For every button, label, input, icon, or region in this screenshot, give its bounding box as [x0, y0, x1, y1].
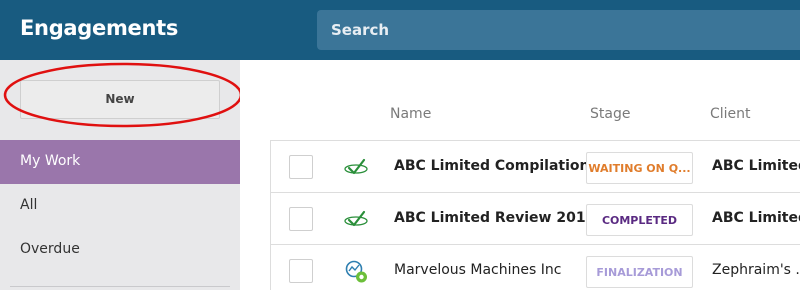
row-client: ABC Limited — [712, 158, 800, 174]
sidebar-item-overdue[interactable]: Overdue — [0, 228, 240, 272]
sidebar-item-all[interactable]: All — [0, 184, 240, 228]
table-row[interactable]: Marvelous Machines Inc FINALIZATION Zeph… — [270, 244, 800, 290]
checkmark-swoosh-icon — [344, 158, 368, 175]
stage-text: FINALIZATION — [596, 266, 683, 279]
sidebar-item-my-work[interactable]: My Work — [0, 140, 240, 184]
row-name[interactable]: ABC Limited Compilation — [394, 158, 589, 174]
magnifier-progress-icon — [345, 260, 367, 283]
column-header-name[interactable]: Name — [390, 106, 431, 122]
engagements-table: Name Stage Client ABC Limited Compilatio… — [240, 60, 800, 290]
status-badge: FINALIZATION — [586, 256, 693, 288]
row-client: Zephraim's ... — [712, 262, 800, 278]
row-checkbox[interactable] — [289, 207, 313, 231]
stage-text: COMPLETED — [601, 214, 678, 227]
row-name[interactable]: ABC Limited Review 2016 — [394, 210, 595, 226]
sidebar-item-label: My Work — [20, 153, 81, 169]
table-row[interactable]: ABC Limited Compilation WAITING ON Q... … — [270, 140, 800, 193]
top-bar: Engagements Search — [0, 0, 800, 60]
row-client: ABC Limited — [712, 210, 800, 226]
sidebar-item-label: Overdue — [20, 241, 80, 257]
sidebar-divider — [10, 286, 230, 287]
column-header-stage[interactable]: Stage — [590, 106, 630, 122]
new-button[interactable]: New — [20, 80, 220, 119]
checkmark-swoosh-icon — [344, 210, 368, 227]
search-input[interactable]: Search — [317, 10, 800, 50]
page-title: Engagements — [20, 16, 179, 40]
new-button-label: New — [105, 92, 135, 106]
sidebar: New My Work All Overdue — [0, 60, 240, 290]
status-badge: COMPLETED — [586, 204, 693, 236]
sidebar-item-label: All — [20, 197, 38, 213]
row-checkbox[interactable] — [289, 259, 313, 283]
row-checkbox[interactable] — [289, 155, 313, 179]
stage-text: WAITING ON Q... — [588, 162, 691, 175]
table-row[interactable]: ABC Limited Review 2016 COMPLETED ABC Li… — [270, 192, 800, 245]
row-name[interactable]: Marvelous Machines Inc — [394, 262, 561, 278]
search-label: Search — [331, 21, 390, 39]
status-badge: WAITING ON Q... — [586, 152, 693, 184]
column-header-client[interactable]: Client — [710, 106, 751, 122]
